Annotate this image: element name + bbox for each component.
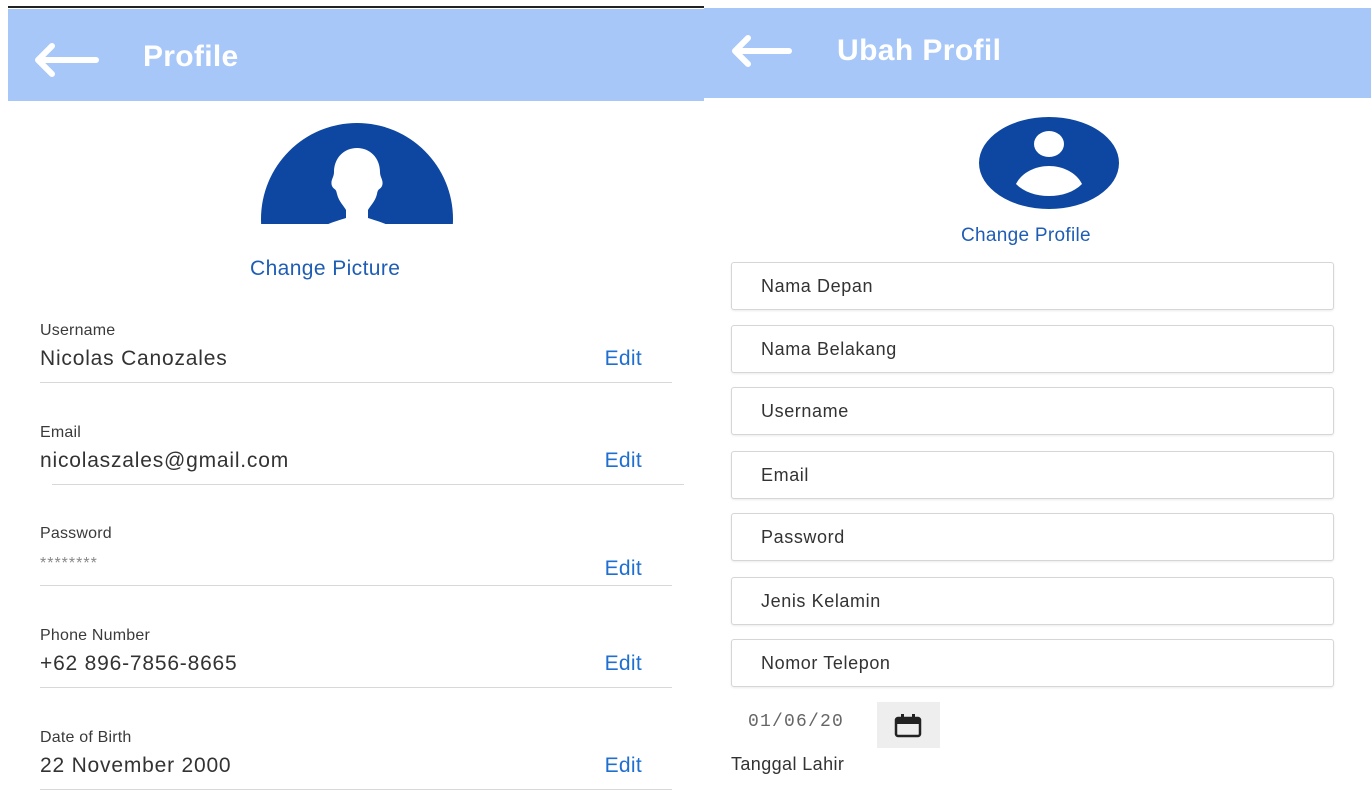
divider <box>40 585 672 586</box>
change-profile-link[interactable]: Change Profile <box>961 225 1091 247</box>
username-field: Username Nicolas Canozales Edit <box>40 322 672 392</box>
page-title: Ubah Profil <box>837 34 1002 67</box>
page: Profile Change Picture Username Nicolas … <box>0 0 1371 805</box>
email-field: Email nicolaszales@gmail.com Edit <box>40 424 684 494</box>
change-picture-link[interactable]: Change Picture <box>250 257 400 281</box>
password-field: Password ******** Edit <box>40 525 672 595</box>
edit-username-button[interactable]: Edit <box>605 347 642 371</box>
calendar-icon <box>894 714 922 738</box>
username-input[interactable] <box>731 387 1334 435</box>
password-input[interactable] <box>731 513 1334 561</box>
dob-field: Date of Birth 22 November 2000 Edit <box>40 729 672 799</box>
edit-dob-button[interactable]: Edit <box>605 754 642 778</box>
edit-profile-screen: Ubah Profil Change Profile 01/06/20 Tang… <box>704 0 1371 805</box>
app-bar <box>704 8 1371 98</box>
gender-input[interactable] <box>731 577 1334 625</box>
phone-value: +62 896-7856-8665 <box>40 652 238 675</box>
avatar-person-icon <box>261 123 453 224</box>
divider <box>52 484 684 485</box>
dob-value: 22 November 2000 <box>40 754 232 777</box>
date-picker-button[interactable] <box>877 702 940 748</box>
back-arrow-icon[interactable] <box>34 42 100 78</box>
divider <box>40 687 672 688</box>
email-input[interactable] <box>731 451 1334 499</box>
edit-phone-button[interactable]: Edit <box>605 652 642 676</box>
app-bar <box>8 9 704 101</box>
password-label: Password <box>40 525 112 542</box>
page-title: Profile <box>143 40 239 73</box>
edit-password-button[interactable]: Edit <box>605 557 642 581</box>
phone-field: Phone Number +62 896-7856-8665 Edit <box>40 627 672 697</box>
email-label: Email <box>40 424 82 441</box>
back-arrow-icon[interactable] <box>731 34 793 68</box>
username-label: Username <box>40 322 116 339</box>
date-input[interactable]: 01/06/20 <box>748 712 844 732</box>
email-value: nicolaszales@gmail.com <box>40 449 289 472</box>
top-border <box>8 6 704 8</box>
profile-screen: Profile Change Picture Username Nicolas … <box>0 0 704 805</box>
account-circle-icon <box>979 117 1119 209</box>
dob-label: Date of Birth <box>40 729 132 746</box>
last-name-input[interactable] <box>731 325 1334 373</box>
divider <box>40 382 672 383</box>
first-name-input[interactable] <box>731 262 1334 310</box>
divider <box>40 789 672 790</box>
phone-input[interactable] <box>731 639 1334 687</box>
date-of-birth-label: Tanggal Lahir <box>731 754 845 774</box>
edit-email-button[interactable]: Edit <box>605 449 642 473</box>
password-value: ******** <box>40 555 98 572</box>
phone-label: Phone Number <box>40 627 151 644</box>
username-value: Nicolas Canozales <box>40 347 228 370</box>
